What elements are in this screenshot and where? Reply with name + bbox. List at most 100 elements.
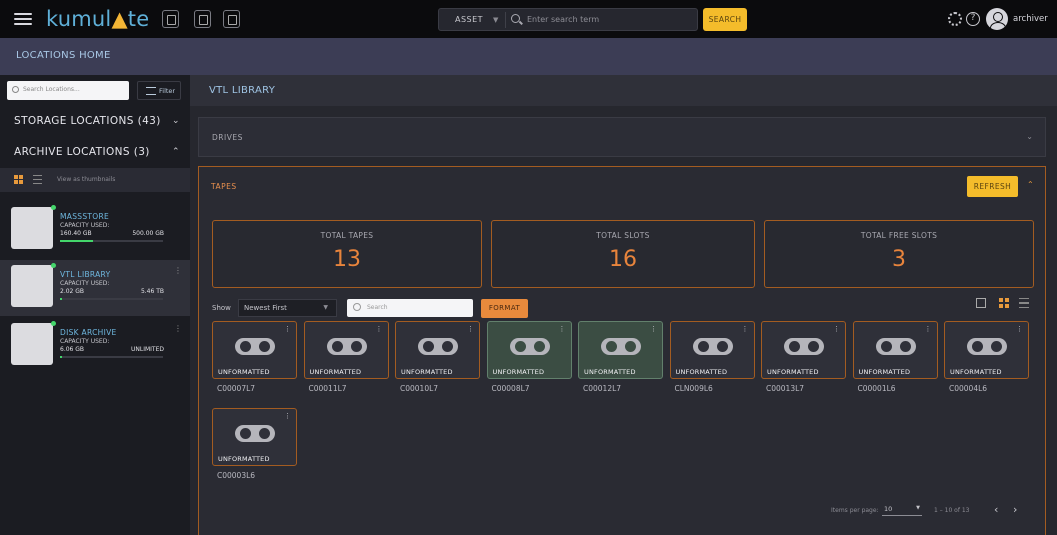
location-search-input[interactable]: Search Locations... <box>7 81 129 100</box>
tape-card[interactable]: ⋮ UNFORMATTED <box>944 321 1029 379</box>
search-placeholder: Search Locations... <box>23 86 80 93</box>
username[interactable]: archiver <box>1013 14 1048 24</box>
tape-card[interactable]: ⋮ UNFORMATTED <box>852 321 938 379</box>
items-per-page-select[interactable]: 10 ▼ <box>882 504 922 516</box>
search-input[interactable]: Enter search term <box>527 15 599 24</box>
location-name: VTL LIBRARY <box>60 270 111 279</box>
format-button[interactable]: FORMAT <box>481 299 528 318</box>
more-options-icon[interactable]: ⋮ <box>467 325 474 333</box>
tape-cassette-icon <box>509 338 550 355</box>
search-scope[interactable]: ASSET <box>455 15 483 24</box>
more-options-icon[interactable]: ⋮ <box>742 325 749 333</box>
chevron-down-icon[interactable]: ⌄ <box>172 116 180 126</box>
document-icon[interactable] <box>194 10 211 28</box>
tape-card[interactable]: ⋮ UNFORMATTED <box>669 321 755 379</box>
tape-card[interactable]: ⋮ UNFORMATTED <box>212 321 297 379</box>
capacity-label: CAPACITY USED: <box>60 338 110 345</box>
tape-id: C00001L6 <box>857 384 896 393</box>
archive-locations-toggle[interactable]: ARCHIVE LOCATIONS (3) <box>14 146 150 158</box>
refresh-button[interactable]: REFRESH <box>967 176 1018 197</box>
capacity-used: 6.06 GB <box>60 346 85 353</box>
filter-label: Filter <box>159 87 176 95</box>
capacity-used: 160.40 GB <box>60 230 92 237</box>
view-label: View as thumbnails <box>57 176 116 183</box>
tape-card[interactable]: ⋮ UNFORMATTED <box>486 321 572 379</box>
stat-value: 3 <box>892 247 906 272</box>
more-options-icon[interactable]: ⋮ <box>284 412 291 420</box>
list-view-icon[interactable] <box>1019 298 1029 308</box>
capacity-total: 5.46 TB <box>140 288 164 295</box>
main-panel: VTL LIBRARY DRIVES ⌄ TAPES REFRESH ⌃ TOT… <box>190 75 1057 535</box>
tape-id: C00013L7 <box>766 384 805 393</box>
tape-id: C00010L7 <box>400 384 439 393</box>
tape-id: C00008L7 <box>491 384 530 393</box>
more-options-icon[interactable]: ⋮ <box>833 325 840 333</box>
next-page-button[interactable]: › <box>1013 503 1017 516</box>
stat-value: 13 <box>333 247 361 272</box>
app-logo[interactable]: kumul▲te <box>46 7 149 31</box>
sort-select[interactable]: Newest First ▼ <box>238 299 337 317</box>
chevron-down-icon[interactable]: ▼ <box>493 16 498 24</box>
chevron-up-icon[interactable]: ⌃ <box>1027 180 1034 189</box>
tape-library-icon <box>11 263 56 307</box>
search-icon <box>12 86 19 93</box>
sidebar: Search Locations... Filter STORAGE LOCAT… <box>0 75 190 535</box>
tape-card[interactable]: ⋮ UNFORMATTED <box>303 321 389 379</box>
menu-icon[interactable] <box>14 13 32 25</box>
tapes-panel: TAPES REFRESH ⌃ TOTAL TAPES 13 TOTAL SLO… <box>198 166 1046 535</box>
page-header: LOCATIONS HOME <box>0 38 1057 75</box>
chevron-up-icon[interactable]: ⌃ <box>172 147 180 157</box>
previous-page-button[interactable]: ‹ <box>994 503 998 516</box>
chevron-down-icon[interactable]: ⌄ <box>1026 132 1033 141</box>
more-options-icon[interactable]: ⋮ <box>1016 325 1023 333</box>
more-options-icon[interactable]: ⋮ <box>559 325 566 333</box>
tape-id: C00007L7 <box>217 384 256 393</box>
tape-status: UNFORMATTED <box>492 368 545 376</box>
help-icon[interactable]: ? <box>966 12 980 26</box>
storage-locations-toggle[interactable]: STORAGE LOCATIONS (43) <box>14 115 161 127</box>
chevron-down-icon: ▼ <box>323 304 328 311</box>
location-name: DISK ARCHIVE <box>60 328 117 337</box>
grid-view-icon[interactable] <box>999 298 1009 308</box>
sort-value: Newest First <box>244 304 287 312</box>
list-view-icon[interactable] <box>33 175 42 184</box>
capacity-total: UNLIMITED <box>130 346 164 353</box>
tape-card[interactable]: ⋮ UNFORMATTED <box>212 408 297 466</box>
more-options-icon[interactable]: ⋮ <box>650 325 657 333</box>
search-button[interactable]: SEARCH <box>703 8 747 31</box>
location-item-disk-archive[interactable]: DISK ARCHIVE CAPACITY USED: 6.06 GB UNLI… <box>0 318 190 374</box>
more-options-icon[interactable]: ⋮ <box>284 325 291 333</box>
items-per-page-label: Items per page: <box>831 507 879 514</box>
page-size-value: 10 <box>884 505 893 513</box>
drives-panel[interactable]: DRIVES ⌄ <box>198 117 1046 157</box>
storage-icon[interactable] <box>223 10 240 28</box>
more-options-icon[interactable]: ⋮ <box>174 324 182 333</box>
tape-status: UNFORMATTED <box>950 368 1002 376</box>
more-options-icon[interactable]: ⋮ <box>925 325 932 333</box>
capacity-bar <box>60 240 163 242</box>
avatar[interactable] <box>986 8 1008 30</box>
stat-total-slots: TOTAL SLOTS 16 <box>491 220 755 288</box>
grid-view-icon[interactable] <box>14 175 23 184</box>
location-item-massstore[interactable]: MASSSTORE CAPACITY USED: 160.40 GB 500.0… <box>0 202 190 258</box>
tape-cassette-icon <box>326 338 367 355</box>
open-external-icon[interactable] <box>976 298 986 308</box>
capacity-used: 2.02 GB <box>60 288 85 295</box>
gear-icon[interactable] <box>948 12 962 26</box>
tape-cassette-icon <box>875 338 916 355</box>
tape-id: CLN009L6 <box>674 384 713 393</box>
tape-card[interactable]: ⋮ UNFORMATTED <box>578 321 663 379</box>
notes-icon[interactable] <box>162 10 179 28</box>
tape-cassette-icon <box>692 338 733 355</box>
tape-status: UNFORMATTED <box>767 368 819 376</box>
more-options-icon[interactable]: ⋮ <box>376 325 383 333</box>
filter-button[interactable]: Filter <box>137 81 181 100</box>
stat-total-free-slots: TOTAL FREE SLOTS 3 <box>764 220 1034 288</box>
more-options-icon[interactable]: ⋮ <box>174 266 182 275</box>
tape-search-input[interactable]: Search <box>347 299 473 317</box>
tape-card[interactable]: ⋮ UNFORMATTED <box>395 321 480 379</box>
tape-id: C00012L7 <box>583 384 622 393</box>
tape-card[interactable]: ⋮ UNFORMATTED <box>761 321 846 379</box>
location-item-vtl-library[interactable]: VTL LIBRARY CAPACITY USED: 2.02 GB 5.46 … <box>0 260 190 316</box>
tape-status: UNFORMATTED <box>309 368 362 376</box>
